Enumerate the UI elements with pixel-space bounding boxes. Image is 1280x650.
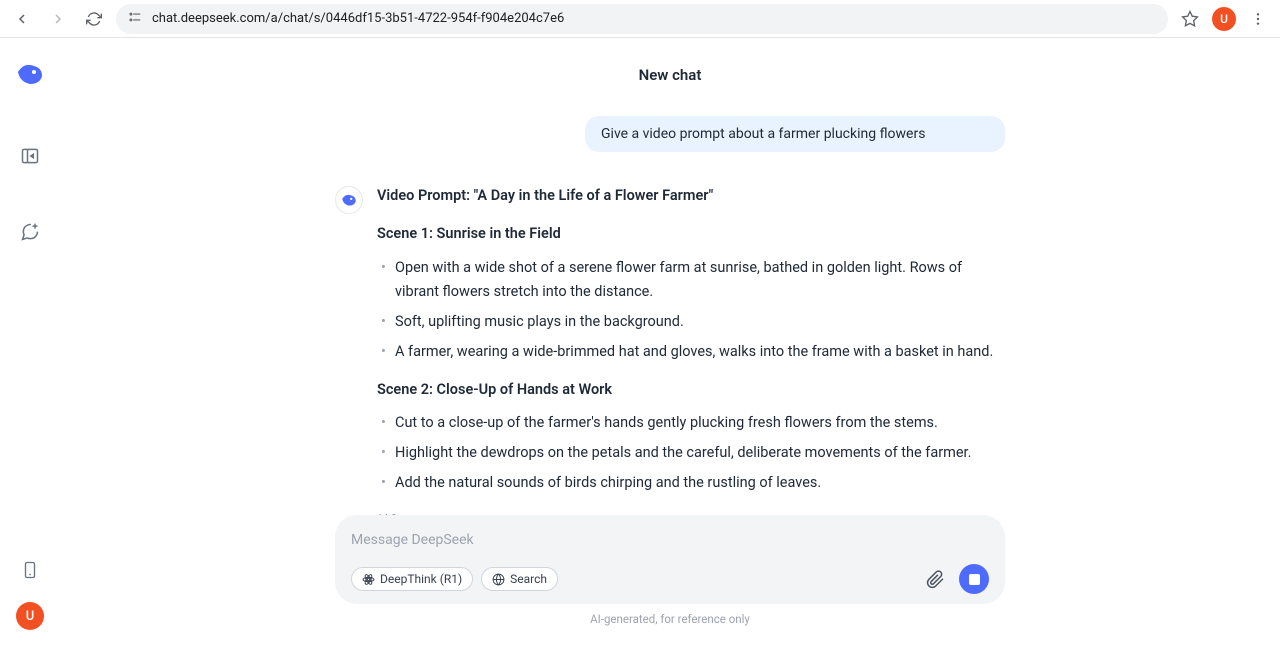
reload-button[interactable] [80, 5, 108, 33]
list-item: Cut to a close-up of the farmer's hands … [395, 411, 1005, 435]
input-box: DeepThink (R1) Search [335, 515, 1005, 604]
search-chip[interactable]: Search [481, 567, 558, 591]
globe-icon [492, 573, 505, 586]
user-message: Give a video prompt about a farmer pluck… [585, 116, 1005, 152]
list-item: Soft, uplifting music plays in the backg… [395, 310, 1005, 334]
search-label: Search [510, 572, 547, 586]
app-shell: U New chat Give a video prompt about a f… [0, 38, 1280, 650]
deepthink-chip[interactable]: DeepThink (R1) [351, 567, 473, 591]
site-settings-icon [128, 10, 142, 28]
input-controls: DeepThink (R1) Search [351, 564, 989, 594]
disclaimer-text: AI-generated, for reference only [335, 612, 1005, 626]
list-item: Open with a wide shot of a serene flower… [395, 256, 1005, 304]
mobile-app-button[interactable] [12, 552, 48, 588]
bookmark-button[interactable] [1176, 5, 1204, 33]
paperclip-icon [926, 570, 945, 589]
stop-button[interactable] [959, 564, 989, 594]
deepthink-label: DeepThink (R1) [380, 572, 462, 586]
browser-menu-button[interactable] [1244, 5, 1272, 33]
assistant-avatar-icon [335, 186, 363, 214]
stop-icon [969, 574, 980, 585]
sidebar: U [0, 38, 60, 650]
scene2-list: Cut to a close-up of the farmer's hands … [377, 411, 1005, 495]
scene2-title: Scene 2: Close-Up of Hands at Work [377, 378, 1005, 402]
address-bar[interactable]: chat.deepseek.com/a/chat/s/0446df15-3b51… [116, 4, 1168, 34]
url-text: chat.deepseek.com/a/chat/s/0446df15-3b51… [152, 11, 564, 26]
back-button[interactable] [8, 5, 36, 33]
collapse-sidebar-button[interactable] [12, 138, 48, 174]
chat-title: New chat [639, 66, 702, 84]
browser-toolbar: chat.deepseek.com/a/chat/s/0446df15-3b51… [0, 0, 1280, 38]
new-chat-button[interactable] [12, 214, 48, 250]
message-input[interactable] [351, 532, 989, 548]
assistant-message: Video Prompt: "A Day in the Life of a Fl… [335, 184, 1005, 533]
list-item: Highlight the dewdrops on the petals and… [395, 441, 1005, 465]
list-item: Add the natural sounds of birds chirping… [395, 471, 1005, 495]
list-item: A farmer, wearing a wide-brimmed hat and… [395, 340, 1005, 364]
deepseek-logo[interactable] [14, 58, 46, 90]
response-heading: Video Prompt: "A Day in the Life of a Fl… [377, 184, 1005, 208]
atom-icon [362, 573, 375, 586]
user-avatar[interactable]: U [16, 602, 44, 630]
main-area: New chat Give a video prompt about a far… [60, 38, 1280, 650]
assistant-content: Video Prompt: "A Day in the Life of a Fl… [377, 184, 1005, 533]
input-area: DeepThink (R1) Search [335, 515, 1005, 626]
browser-profile-avatar[interactable]: U [1212, 7, 1236, 31]
scene1-list: Open with a wide shot of a serene flower… [377, 256, 1005, 364]
scene1-title: Scene 1: Sunrise in the Field [377, 222, 1005, 246]
forward-button[interactable] [44, 5, 72, 33]
attach-button[interactable] [921, 565, 949, 593]
